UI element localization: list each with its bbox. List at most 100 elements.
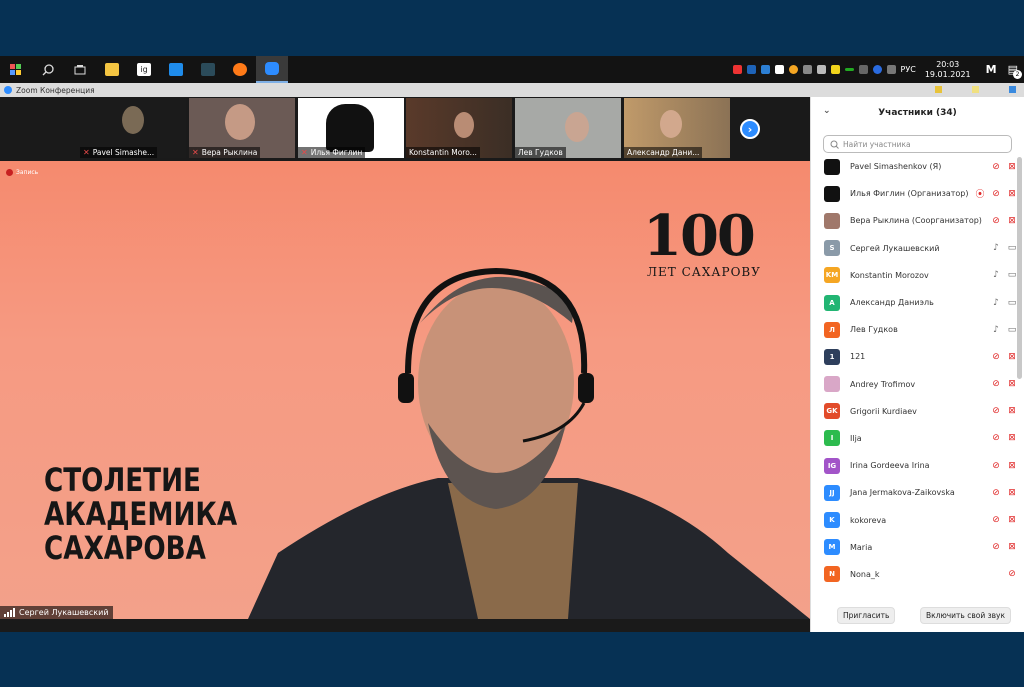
search-icon: [830, 140, 839, 149]
participant-face: [122, 106, 144, 134]
mic-muted-icon: ⊘: [992, 406, 1000, 417]
editor-app-icon[interactable]: [160, 56, 192, 83]
participant-status-icons: ♪ ▭: [991, 298, 1017, 308]
participant-status-icons: ♪ ▭: [991, 243, 1017, 253]
participant-list: Pavel Simashenkov (Я) ⊘ ⊠ Илья Фиглин (Орга…: [811, 153, 1017, 588]
participants-header: ⌄ Участники (34): [811, 97, 1024, 129]
participant-row[interactable]: I Ilja ⊘ ⊠: [811, 425, 1017, 452]
firefox-icon[interactable]: [224, 56, 256, 83]
minimize-button[interactable]: [935, 86, 942, 93]
ig-app-icon[interactable]: ig: [128, 56, 160, 83]
participant-name: Nona_k: [850, 569, 880, 579]
language-indicator[interactable]: РУС: [901, 65, 916, 74]
participant-list-scrollbar[interactable]: [1017, 157, 1022, 379]
event-title: СТОЛЕТИЕ АКАДЕМИКА САХАРОВА: [44, 463, 237, 565]
participant-avatar: JJ: [824, 484, 840, 501]
video-off-icon: ⊠: [1008, 542, 1016, 553]
video-icon: ▭: [1007, 243, 1017, 254]
close-button[interactable]: [1009, 86, 1016, 93]
search-icon[interactable]: [32, 56, 64, 83]
mic-icon: ♪: [993, 243, 999, 254]
network-icon[interactable]: [872, 65, 882, 74]
participant-search-input[interactable]: Найти участника: [823, 135, 1012, 153]
chevron-down-icon[interactable]: ⌄: [823, 106, 831, 116]
participant-avatar: [824, 185, 840, 202]
clock[interactable]: 20:03 19.01.2021: [925, 60, 971, 80]
tray-app-icon[interactable]: [788, 65, 798, 74]
next-page-button[interactable]: ›: [740, 119, 760, 139]
mic-icon: ♪: [993, 297, 999, 308]
participant-name: Jana Jermakova-Zaikovska: [850, 488, 955, 498]
event-title-line: АКАДЕМИКА: [44, 495, 238, 533]
participant-status-icons: ⊘: [1007, 569, 1017, 579]
battery-icon[interactable]: [844, 68, 854, 71]
tray-app-icon[interactable]: [732, 65, 742, 74]
tray-app-icon[interactable]: [858, 65, 868, 74]
tray-app-icon[interactable]: [816, 65, 826, 74]
invite-button[interactable]: Пригласить: [837, 607, 896, 624]
participant-avatar: [824, 158, 840, 175]
video-thumbnail[interactable]: Лев Гудков: [515, 98, 621, 158]
participant-row[interactable]: Kkokoreva ⊘ ⊠: [811, 506, 1017, 533]
participant-status-icons: ⊘ ⊠: [991, 379, 1017, 389]
participant-row[interactable]: JJ Jana Jermakova-Zaikovska ⊘ ⊠: [811, 479, 1017, 506]
mic-muted-icon: ⊘: [992, 188, 1000, 199]
file-explorer-icon[interactable]: [96, 56, 128, 83]
m-app-icon[interactable]: M: [986, 63, 997, 76]
clock-time: 20:03: [936, 59, 960, 69]
participant-avatar: I: [824, 430, 840, 447]
teams-app-icon[interactable]: [192, 56, 224, 83]
participant-row[interactable]: KM Konstantin Morozov ♪ ▭: [811, 262, 1017, 289]
video-thumbnail[interactable]: ✕ Илья Фиглин: [298, 98, 404, 158]
participant-name: Irina Gordeeva Irina: [850, 461, 930, 471]
record-icon: [6, 169, 13, 176]
thumbnail-label: Александр Дани...: [624, 147, 703, 158]
participant-name: kokoreva: [850, 515, 887, 525]
participant-avatar: [824, 376, 840, 393]
volume-icon[interactable]: [886, 65, 896, 74]
tray-app-icon[interactable]: [802, 65, 812, 74]
participant-row[interactable]: 1 121 ⊘ ⊠: [811, 343, 1017, 370]
participant-row[interactable]: S Сергей Лукашевский ♪ ▭: [811, 235, 1017, 262]
windows-start-icon[interactable]: [0, 56, 32, 83]
participant-name: Andrey Trofimov: [850, 379, 916, 389]
maximize-button[interactable]: [972, 86, 979, 93]
speaker-video: [248, 267, 810, 619]
search-placeholder: Найти участника: [843, 139, 911, 149]
participant-row[interactable]: A Александр Даниэль ♪ ▭: [811, 289, 1017, 316]
participant-row[interactable]: IG Irina Gordeeva Irina ⊘ ⊠: [811, 452, 1017, 479]
participant-status-icons: ⦿ ⊘ ⊠: [975, 187, 1017, 201]
mic-muted-icon: ⊘: [1008, 569, 1016, 580]
participants-footer: Пригласить Включить свой звук: [811, 607, 1024, 624]
participant-row[interactable]: Pavel Simashenkov (Я) ⊘ ⊠: [811, 153, 1017, 180]
video-thumbnail[interactable]: ✕ Pavel Simashe...: [80, 98, 186, 158]
video-off-icon: ⊠: [1008, 406, 1016, 417]
notification-icon[interactable]: ▤ 2: [1008, 63, 1022, 79]
participant-row[interactable]: GK Grigorii Kurdiaev ⊘ ⊠: [811, 398, 1017, 425]
participant-row[interactable]: Вера Рыклина (Соорганизатор) ⊘ ⊠: [811, 207, 1017, 234]
video-off-icon: ⊠: [1008, 515, 1016, 526]
participant-face: [565, 112, 589, 142]
participant-status-icons: ⊘ ⊠: [991, 406, 1017, 416]
mic-icon: ♪: [993, 324, 999, 335]
participant-row[interactable]: Илья Фиглин (Организатор) ⦿ ⊘ ⊠: [811, 180, 1017, 207]
video-thumbnail[interactable]: Александр Дани...: [624, 98, 730, 158]
video-thumbnail[interactable]: Konstantin Moro...: [406, 98, 512, 158]
zoom-titlebar: Zoom Конференция: [0, 83, 1024, 97]
participant-row[interactable]: N Nona_k ⊘: [811, 561, 1017, 588]
tray-app-icon[interactable]: [774, 65, 784, 74]
participant-status-icons: ⊘ ⊠: [991, 515, 1017, 525]
tray-app-icon[interactable]: [746, 65, 756, 74]
video-off-icon: ⊠: [1008, 433, 1016, 444]
tray-app-icon[interactable]: [760, 65, 770, 74]
unmute-self-button[interactable]: Включить свой звук: [919, 607, 1011, 624]
task-view-icon[interactable]: [64, 56, 96, 83]
video-thumbnail[interactable]: ✕ Вера Рыклина: [189, 98, 295, 158]
participants-title: Участники (34): [878, 108, 957, 118]
participant-row[interactable]: Andrey Trofimov ⊘ ⊠: [811, 371, 1017, 398]
window-title: Zoom Конференция: [16, 85, 95, 95]
shield-icon[interactable]: [830, 65, 840, 74]
participant-row[interactable]: M Maria ⊘ ⊠: [811, 534, 1017, 561]
zoom-taskbar-icon[interactable]: [256, 56, 288, 83]
participant-row[interactable]: Л Лев Гудков ♪ ▭: [811, 316, 1017, 343]
